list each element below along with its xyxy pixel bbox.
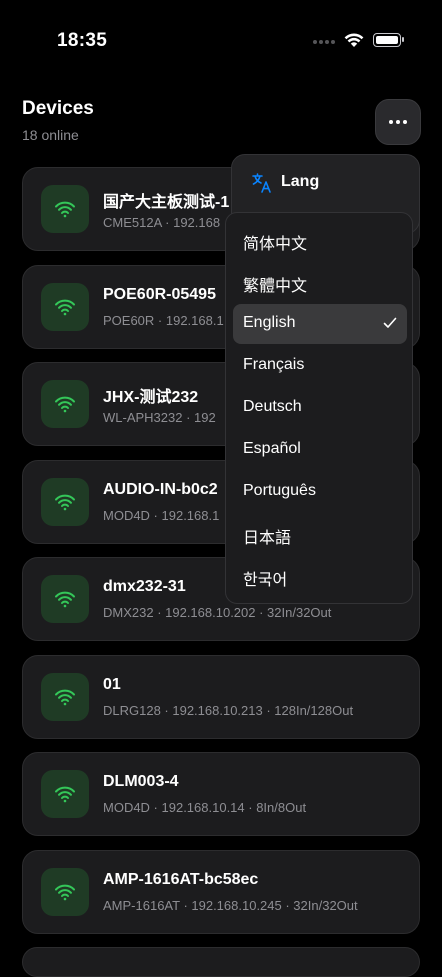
language-option-label: 繁體中文 (243, 278, 308, 295)
device-card[interactable]: DLM003-4 MOD4D · 192.168.10.14 · 8In/8Out (22, 752, 420, 836)
device-name: POE60R-05495 (103, 285, 216, 303)
device-name: AMP-1616AT-bc58ec (103, 870, 259, 888)
wifi-icon (41, 575, 89, 623)
device-name: JHX-测试232 (103, 389, 199, 406)
language-option-label: 日本語 (243, 530, 292, 547)
language-option[interactable]: English (233, 304, 407, 344)
language-option-label: Deutsch (243, 398, 302, 415)
device-meta: CME512A · 192.168 (103, 215, 221, 230)
language-option-label: 한국어 (243, 572, 288, 589)
language-menu: 简体中文繁體中文 English Français Deutsch Español Por… (225, 212, 413, 604)
lang-title: Lang (281, 173, 320, 190)
language-option-label: 简体中文 (243, 236, 308, 253)
device-card-partial[interactable] (22, 947, 420, 977)
wifi-icon (41, 282, 89, 331)
device-meta: POE60R · 192.168.1 (103, 312, 224, 328)
language-option-label: English (243, 314, 296, 331)
device-meta: MOD4D · 192.168.10.14 · 8In/8Out (103, 800, 307, 815)
device-name: dmx232-31 (103, 578, 186, 595)
device-meta: DMX232 · 192.168.10.202 · 32In/32Out (103, 605, 332, 620)
wifi-icon (41, 867, 89, 916)
status-bar: 18:35 (0, 0, 442, 70)
checkmark-icon (383, 317, 397, 328)
device-name: DLM003-4 (103, 773, 179, 790)
language-option[interactable]: 日本語 (233, 514, 407, 554)
device-meta: AMP-1616AT · 192.168.10.245 · 32In/32Out (103, 897, 358, 913)
language-option[interactable]: 繁體中文 (233, 262, 407, 302)
device-card[interactable]: 01 DLRG128 · 192.168.10.213 · 128In/128Ou… (22, 654, 420, 739)
status-time: 18:35 (57, 30, 108, 51)
wifi-icon (41, 185, 89, 233)
status-wifi-icon (344, 33, 364, 47)
device-meta: MOD4D · 192.168.1 (103, 507, 220, 523)
device-meta: DLRG128 · 192.168.10.213 · 128In/128Out (103, 702, 354, 718)
wifi-icon (41, 380, 89, 428)
device-name: 01 (103, 675, 121, 693)
language-option[interactable]: Português (233, 472, 407, 512)
device-meta: WL-APH3232 · 192 (103, 410, 216, 425)
more-dots-icon (389, 120, 393, 124)
more-options-button[interactable] (375, 99, 421, 145)
language-option[interactable]: Deutsch (233, 388, 407, 428)
wifi-icon (41, 672, 89, 721)
device-name: 国产大主板测试-1 (103, 194, 230, 211)
language-option[interactable]: 한국어 (233, 556, 407, 596)
language-option[interactable]: Français (233, 346, 407, 386)
cellular-signal-icon (313, 40, 335, 44)
page-title: Devices (22, 98, 94, 119)
battery-icon (373, 33, 404, 47)
language-option[interactable]: Español (233, 430, 407, 470)
language-option-label: Français (243, 356, 305, 373)
wifi-icon (41, 770, 89, 818)
language-option[interactable]: 简体中文 (233, 220, 407, 260)
device-name: AUDIO-IN-b0c2 (103, 480, 218, 498)
device-card[interactable]: AMP-1616AT-bc58ec AMP-1616AT · 192.168.10… (22, 849, 420, 934)
language-option-label: Português (243, 482, 316, 499)
wifi-icon (41, 477, 89, 526)
online-count: 18 online (22, 127, 79, 143)
language-option-label: Español (243, 440, 301, 457)
translate-icon (252, 173, 271, 193)
